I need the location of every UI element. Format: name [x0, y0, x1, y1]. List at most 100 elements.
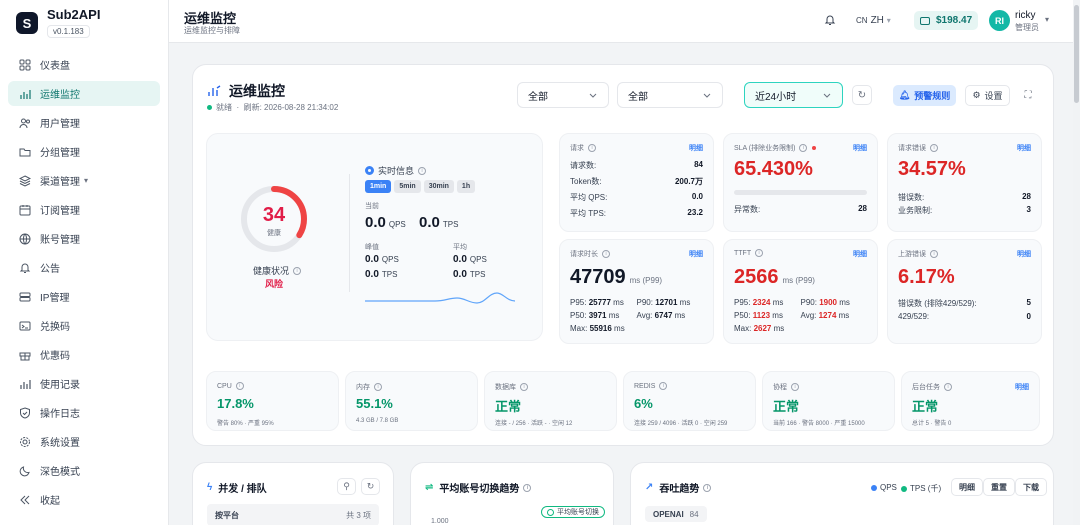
user-filter-button[interactable]: ⚲	[337, 478, 356, 495]
current-label: 当前	[365, 203, 379, 210]
details-link[interactable]: 明细	[853, 249, 867, 259]
latency-p99-value: 47709	[570, 266, 626, 288]
info-icon[interactable]: i	[799, 144, 808, 152]
resource-value: 6%	[634, 396, 653, 411]
sidebar-item-ip[interactable]: IP管理	[8, 284, 160, 309]
fullscreen-button[interactable]: ⛶	[1018, 85, 1038, 105]
sidebar-item-subscriptions[interactable]: 订阅管理	[8, 197, 160, 222]
upstream-error-rate: 6.17%	[898, 266, 955, 288]
card-label-text: 请求时长	[570, 251, 598, 258]
legend-marker	[547, 508, 554, 516]
info-icon[interactable]: i	[588, 144, 596, 152]
chevron-down-icon[interactable]: ▾	[1045, 15, 1049, 24]
info-icon[interactable]: i	[235, 382, 244, 390]
details-button[interactable]: 明细	[951, 478, 983, 496]
details-link[interactable]: 明细	[689, 143, 703, 153]
platform-filter-select[interactable]: 全部	[517, 82, 609, 108]
health-status-label: 健康状况 i	[242, 264, 312, 277]
avg-tps-value: 0.0	[453, 269, 467, 280]
legend-qps[interactable]: QPS	[871, 483, 897, 492]
info-icon[interactable]: i	[659, 382, 668, 390]
y-axis-tick: 1.000	[431, 518, 449, 525]
details-link[interactable]: 明细	[1017, 249, 1031, 259]
sidebar-item-users[interactable]: 用户管理	[8, 110, 160, 135]
ms-unit: ms	[674, 311, 686, 320]
resource-detail: 当前 166 · 警告 8000 · 严重 15000	[773, 421, 865, 427]
info-icon[interactable]: i	[944, 383, 952, 391]
card-title-text: 平均账号切换趋势	[439, 484, 520, 495]
notification-bell-icon[interactable]	[824, 14, 836, 26]
qps-unit: QPS	[388, 220, 406, 229]
current-tps: 0.0 TPS	[419, 214, 458, 231]
dark-mode-toggle[interactable]: 深色模式	[8, 458, 160, 483]
info-icon[interactable]: i	[523, 483, 532, 492]
reset-button[interactable]: 重置	[983, 478, 1015, 496]
info-icon[interactable]: i	[520, 383, 528, 391]
download-button[interactable]: 下载	[1015, 478, 1047, 496]
sidebar-item-coupons[interactable]: 优惠码	[8, 342, 160, 367]
details-link[interactable]: 明细	[1015, 382, 1029, 392]
latency-p95: 25777	[588, 298, 611, 307]
cpu-card: CPU i 17.8% 警告 80% · 严重 95%	[206, 371, 339, 431]
tab-5min[interactable]: 5min	[394, 180, 421, 193]
avg-tps: 0.0 TPS	[453, 269, 485, 280]
sidebar-item-groups[interactable]: 分组管理	[8, 139, 160, 164]
refresh-button[interactable]: ↻	[361, 478, 380, 495]
sidebar-item-audit-log[interactable]: 操作日志	[8, 400, 160, 425]
info-icon[interactable]: i	[374, 383, 382, 391]
details-link[interactable]: 明细	[689, 249, 703, 259]
platform-count: 84	[689, 509, 699, 519]
sidebar-item-channels[interactable]: 渠道管理 ▾	[8, 168, 160, 193]
details-link[interactable]: 明细	[853, 143, 867, 153]
resource-label-text: 内存	[356, 384, 370, 391]
tab-1h[interactable]: 1h	[456, 180, 476, 193]
balance-badge[interactable]: $198.47	[914, 11, 979, 30]
scrollbar-thumb[interactable]	[1074, 5, 1079, 103]
time-range-select[interactable]: 近24小时	[744, 82, 843, 108]
sidebar-item-ops-monitor[interactable]: 运维监控	[8, 81, 160, 106]
time-range-value: 近24小时	[755, 91, 797, 103]
stat-key: 异常数:	[734, 205, 761, 214]
user-name[interactable]: ricky	[1015, 10, 1036, 21]
divider	[349, 174, 350, 292]
settings-button[interactable]: ⚙ 设置	[965, 85, 1010, 106]
group-filter-select[interactable]: 全部	[617, 82, 723, 108]
refresh-button[interactable]: ↻	[852, 85, 872, 105]
tab-30min[interactable]: 30min	[423, 180, 454, 193]
stat-row: 平均 QPS: 0.0	[570, 192, 703, 203]
percentile-row: P50: 3971 ms Avg: 6747 ms	[570, 311, 686, 320]
info-icon[interactable]: i	[791, 383, 799, 391]
brand[interactable]: S Sub2API v0.1.183	[16, 8, 100, 38]
sidebar-item-usage[interactable]: 使用记录	[8, 371, 160, 396]
peak-tps-value: 0.0	[365, 269, 379, 280]
tab-1min[interactable]: 1min	[365, 180, 392, 193]
info-icon[interactable]: i	[602, 250, 610, 258]
latency-unit: ms (P99)	[629, 276, 663, 285]
info-icon[interactable]: i	[418, 166, 427, 175]
sidebar-item-accounts[interactable]: 账号管理	[8, 226, 160, 251]
alert-rules-button[interactable]: 🔔︎ 预警规则	[893, 85, 956, 106]
collapse-button[interactable]: 收起	[8, 487, 160, 512]
legend-item[interactable]: 平均账号切换	[541, 506, 605, 518]
stat-row: 平均 TPS: 23.2	[570, 208, 703, 219]
gift-icon	[19, 349, 31, 361]
ttft-p99-value: 2566	[734, 266, 779, 288]
sidebar-item-announcements[interactable]: 公告	[8, 255, 160, 280]
info-icon[interactable]: i	[930, 250, 938, 258]
platform-chip[interactable]: OPENAI 84	[645, 506, 707, 522]
bar-chart-icon	[207, 83, 221, 97]
info-icon[interactable]: i	[703, 483, 712, 492]
stat-key: 平均 QPS:	[570, 193, 608, 202]
info-icon[interactable]: i	[930, 144, 938, 152]
legend-tps[interactable]: TPS (千)	[901, 483, 941, 494]
sidebar-item-settings[interactable]: 系统设置	[8, 429, 160, 454]
sidebar-item-redeem[interactable]: 兑换码	[8, 313, 160, 338]
info-icon[interactable]: i	[293, 266, 301, 275]
sidebar-item-dashboard[interactable]: 仪表盘	[8, 52, 160, 77]
details-link[interactable]: 明细	[1017, 143, 1031, 153]
stat-value: 3	[1026, 205, 1031, 214]
ms-unit: ms	[613, 298, 624, 307]
language-switcher[interactable]: CN ZH ▾	[856, 15, 891, 26]
info-icon[interactable]: i	[755, 249, 764, 257]
avatar[interactable]: RI	[989, 10, 1010, 31]
